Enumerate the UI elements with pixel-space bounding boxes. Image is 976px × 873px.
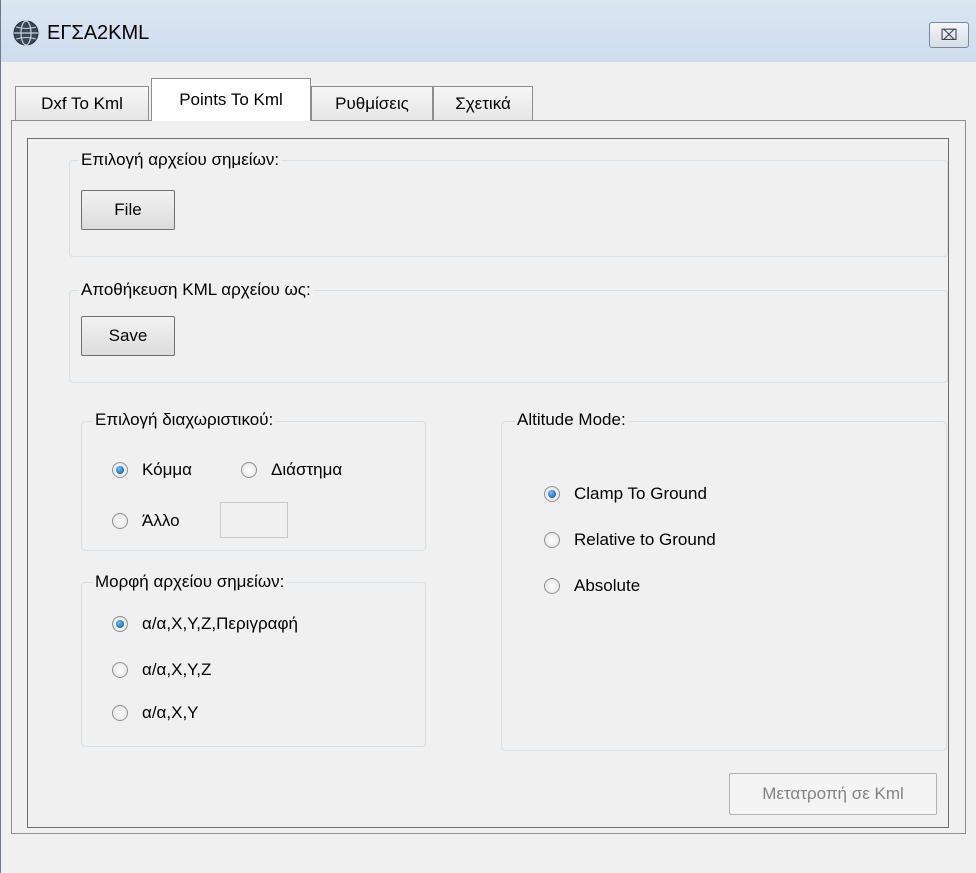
format-xyz-radio[interactable]: α/α,X,Y,Z xyxy=(112,660,211,680)
radio-unchecked-icon xyxy=(112,705,128,721)
tab-dxf-to-kml[interactable]: Dxf To Kml xyxy=(15,86,149,120)
app-window: ΕΓΣΑ2KML ⌧ Dxf To Kml Points To Kml Ρυθμ… xyxy=(0,0,976,873)
separator-space-radio[interactable]: Διάστημα xyxy=(241,460,342,480)
radio-checked-icon xyxy=(112,616,128,632)
altitude-mode-group-label: Altitude Mode: xyxy=(515,410,628,430)
title-bar[interactable]: ΕΓΣΑ2KML ⌧ xyxy=(1,0,976,62)
tab-about[interactable]: Σχετικά xyxy=(433,86,533,120)
altitude-relative-radio[interactable]: Relative to Ground xyxy=(544,530,716,550)
save-kml-group-label: Αποθήκευση KML αρχείου ως: xyxy=(79,280,313,300)
file-format-group-label: Μορφή αρχείου σημείων: xyxy=(93,572,287,592)
format-xy-radio[interactable]: α/α,X,Y xyxy=(112,703,199,723)
save-kml-group xyxy=(69,290,948,383)
radio-unchecked-icon xyxy=(241,462,257,478)
radio-unchecked-icon xyxy=(544,578,560,594)
separator-other-input[interactable] xyxy=(220,502,288,538)
file-select-group xyxy=(69,160,948,257)
separator-comma-radio[interactable]: Κόμμα xyxy=(112,460,192,480)
file-select-group-label: Επιλογή αρχείου σημείων: xyxy=(79,150,282,170)
save-button[interactable]: Save xyxy=(81,316,175,356)
radio-unchecked-icon xyxy=(112,662,128,678)
radio-unchecked-icon xyxy=(544,532,560,548)
radio-checked-icon xyxy=(112,462,128,478)
separator-other-radio[interactable]: Άλλο xyxy=(112,511,180,531)
format-full-radio[interactable]: α/α,X,Y,Z,Περιγραφή xyxy=(112,614,298,634)
tab-settings[interactable]: Ρυθμίσεις xyxy=(311,86,433,120)
altitude-absolute-radio[interactable]: Absolute xyxy=(544,576,640,596)
window-title: ΕΓΣΑ2KML xyxy=(47,22,150,44)
tab-points-to-kml[interactable]: Points To Kml xyxy=(151,78,311,121)
radio-checked-icon xyxy=(544,486,560,502)
separator-group-label: Επιλογή διαχωριστικού: xyxy=(93,410,276,430)
convert-to-kml-button[interactable]: Μετατροπή σε Kml xyxy=(729,773,937,815)
radio-unchecked-icon xyxy=(112,513,128,529)
close-icon: ⌧ xyxy=(940,27,958,44)
globe-icon xyxy=(13,20,39,46)
altitude-clamp-radio[interactable]: Clamp To Ground xyxy=(544,484,707,504)
close-button[interactable]: ⌧ xyxy=(929,22,969,48)
file-button[interactable]: File xyxy=(81,190,175,230)
